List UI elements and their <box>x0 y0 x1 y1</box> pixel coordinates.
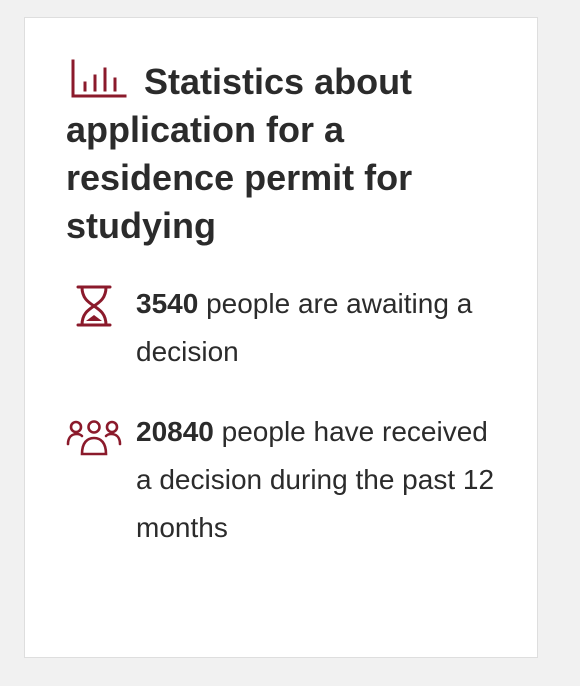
card-title: Statistics about application for a resid… <box>66 61 413 246</box>
stat-number: 20840 <box>136 416 214 447</box>
stat-awaiting-decision: 3540 people are awaiting a decision <box>66 280 506 376</box>
hourglass-icon <box>74 284 114 328</box>
bar-chart-icon <box>71 59 127 99</box>
stat-text: 3540 people are awaiting a decision <box>136 280 506 376</box>
stat-number: 3540 <box>136 288 199 319</box>
stat-text: 20840 people have received a decision du… <box>136 408 506 552</box>
statistics-card: Statistics about application for a resid… <box>24 17 538 658</box>
people-group-icon <box>66 420 122 456</box>
card-header: Statistics about application for a resid… <box>66 58 486 250</box>
stat-received-decision: 20840 people have received a decision du… <box>66 408 506 552</box>
